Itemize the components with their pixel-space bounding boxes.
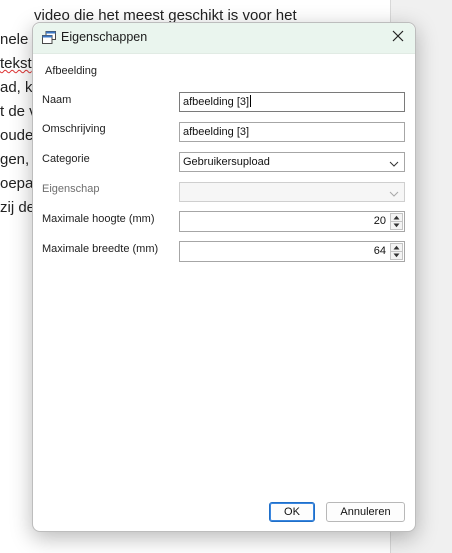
hoogte-spin-buttons (390, 213, 403, 230)
eigenschap-label: Eigenschap (42, 183, 100, 195)
breedte-label: Maximale breedte (mm) (42, 243, 159, 255)
caret-up-icon (393, 215, 400, 220)
omschrijving-label: Omschrijving (42, 123, 106, 135)
dialog-title: Eigenschappen (61, 30, 148, 44)
spelling-squiggle-text: tekst (0, 55, 32, 72)
close-button[interactable] (385, 25, 411, 51)
dialog-titlebar[interactable]: Eigenschappen (33, 23, 415, 54)
caret-down-icon (393, 223, 400, 228)
chevron-down-icon (389, 157, 399, 167)
omschrijving-value: afbeelding [3] (183, 126, 250, 138)
close-icon (392, 29, 404, 47)
breedte-spin-buttons (390, 243, 403, 260)
categorie-value: Gebruikersupload (183, 156, 270, 168)
breedte-stepper[interactable]: 64 (179, 241, 405, 262)
breedte-decrement-button[interactable] (390, 252, 403, 260)
chevron-down-icon (389, 187, 399, 197)
naam-label: Naam (42, 94, 72, 106)
naam-input[interactable]: afbeelding [3] (179, 92, 405, 112)
properties-window-icon (41, 30, 57, 46)
hoogte-increment-button[interactable] (390, 213, 403, 222)
eigenschap-select[interactable] (179, 182, 405, 202)
naam-value: afbeelding [3] (183, 96, 250, 108)
section-label: Afbeelding (45, 65, 97, 77)
categorie-label: Categorie (42, 153, 90, 165)
breedte-value: 64 (373, 245, 386, 257)
caret-down-icon (393, 253, 400, 258)
omschrijving-input[interactable]: afbeelding [3] (179, 122, 405, 142)
hoogte-value: 20 (373, 215, 386, 227)
cancel-button[interactable]: Annuleren (326, 502, 405, 522)
breedte-increment-button[interactable] (390, 243, 403, 252)
hoogte-label: Maximale hoogte (mm) (42, 213, 155, 225)
categorie-select[interactable]: Gebruikersupload (179, 152, 405, 172)
hoogte-stepper[interactable]: 20 (179, 211, 405, 232)
caret-up-icon (393, 245, 400, 250)
ok-button[interactable]: OK (269, 502, 315, 522)
hoogte-decrement-button[interactable] (390, 222, 403, 230)
properties-dialog: Eigenschappen Afbeelding Naam afbeelding… (32, 22, 416, 532)
text-caret (250, 95, 252, 107)
